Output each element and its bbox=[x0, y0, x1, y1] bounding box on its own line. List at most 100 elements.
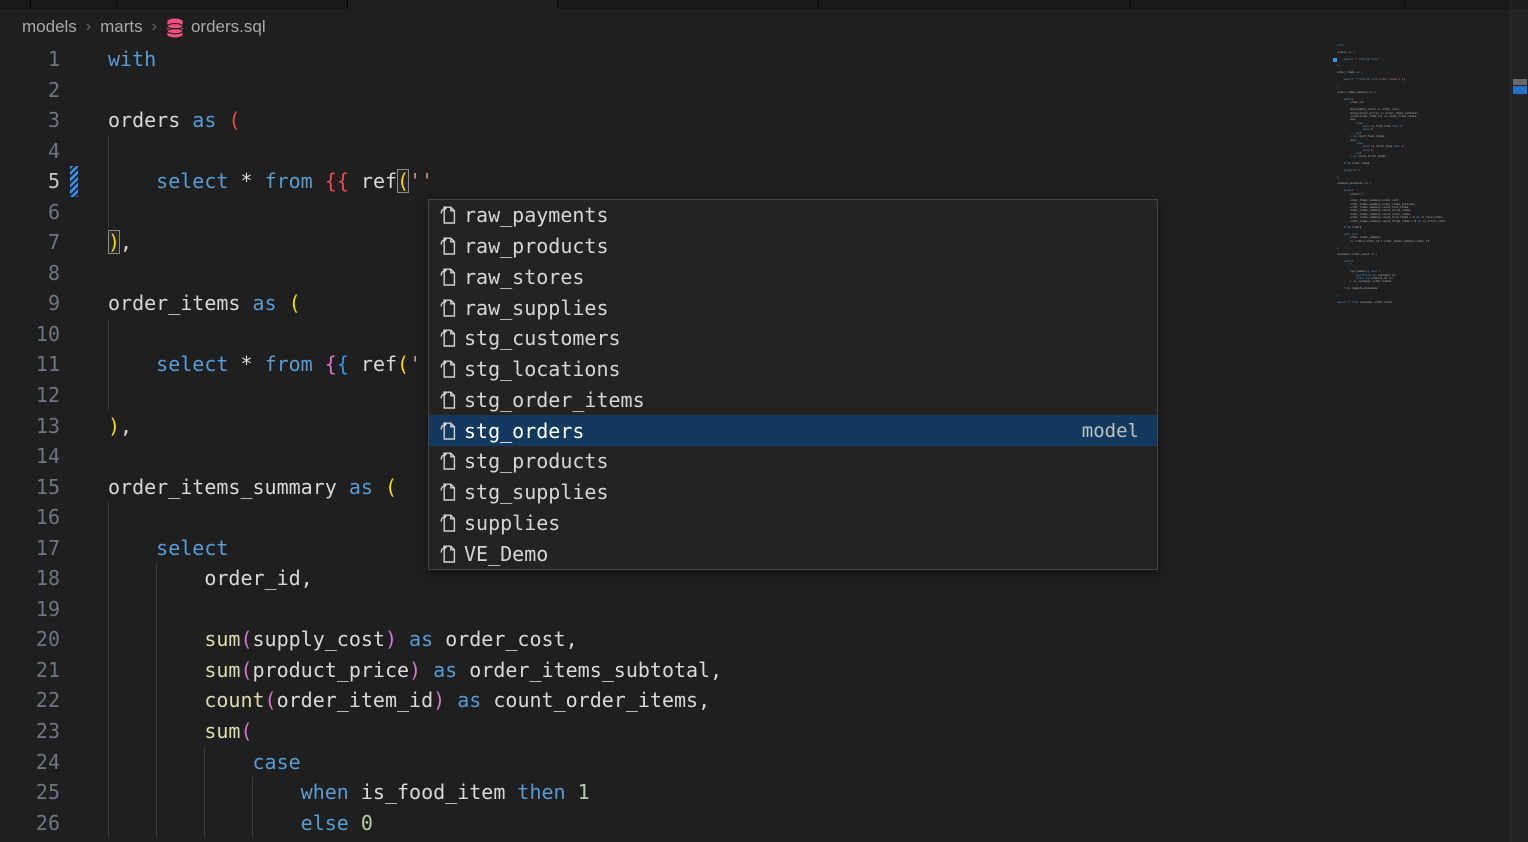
code-line-1[interactable]: 1 with bbox=[0, 44, 1528, 75]
tab-divider bbox=[30, 0, 31, 9]
database-icon bbox=[166, 18, 184, 38]
code-text: order_id, bbox=[108, 563, 313, 594]
suggest-item-stg_orders[interactable]: stg_orders model bbox=[429, 415, 1157, 446]
line-number[interactable]: 7 bbox=[0, 227, 60, 258]
line-number[interactable]: 12 bbox=[0, 380, 60, 411]
breadcrumb-item-marts[interactable]: marts bbox=[100, 17, 143, 37]
code-text: count(order_item_id) as count_order_item… bbox=[108, 685, 710, 716]
indent-guide bbox=[108, 136, 109, 167]
line-number[interactable]: 3 bbox=[0, 105, 60, 136]
line-number[interactable]: 8 bbox=[0, 258, 60, 289]
suggest-item-raw_payments[interactable]: raw_payments bbox=[429, 200, 1157, 231]
suggest-item-detail: model bbox=[1082, 420, 1151, 442]
line-number[interactable]: 16 bbox=[0, 502, 60, 533]
line-number[interactable]: 10 bbox=[0, 319, 60, 350]
line-number[interactable]: 26 bbox=[0, 808, 60, 839]
line-number[interactable]: 22 bbox=[0, 685, 60, 716]
line-number[interactable]: 5 bbox=[0, 166, 60, 197]
gutter-decoration-zone bbox=[60, 288, 108, 319]
autocomplete-dropdown[interactable]: raw_payments raw_products raw_storesraw_su… bbox=[428, 199, 1158, 570]
active-tab[interactable] bbox=[347, 0, 557, 9]
line-number[interactable]: 23 bbox=[0, 716, 60, 747]
code-line-22[interactable]: 22 count(order_item_id) as count_order_i… bbox=[0, 685, 1528, 716]
suggest-item-raw_products[interactable]: raw_products bbox=[429, 231, 1157, 262]
modified-line-indicator bbox=[70, 166, 78, 197]
line-number[interactable]: 11 bbox=[0, 349, 60, 380]
scrollbar-overview-ruler[interactable] bbox=[1510, 0, 1528, 842]
tab-divider bbox=[116, 0, 117, 9]
code-text: sum(product_price) as order_items_subtot… bbox=[108, 655, 722, 686]
tab-divider bbox=[1404, 0, 1405, 9]
suggest-item-label: stg_order_items bbox=[464, 388, 645, 412]
code-text: ), bbox=[108, 411, 132, 442]
suggest-item-supplies[interactable]: supplies bbox=[429, 508, 1157, 539]
code-line-21[interactable]: 21 sum(product_price) as order_items_sub… bbox=[0, 655, 1528, 686]
line-number[interactable]: 2 bbox=[0, 75, 60, 106]
line-number[interactable]: 9 bbox=[0, 288, 60, 319]
suggest-item-raw_stores[interactable]: raw_stores bbox=[429, 262, 1157, 293]
gutter-decoration-zone bbox=[60, 44, 108, 75]
tab-divider bbox=[557, 0, 558, 9]
gutter-decoration-zone bbox=[60, 380, 108, 411]
line-number[interactable]: 24 bbox=[0, 747, 60, 778]
code-line-4[interactable]: 4 bbox=[0, 136, 1528, 167]
code-line-19[interactable]: 19 bbox=[0, 594, 1528, 625]
line-number[interactable]: 14 bbox=[0, 441, 60, 472]
code-text: with bbox=[108, 44, 156, 75]
suggest-item-raw_supplies[interactable]: raw_supplies bbox=[429, 292, 1157, 323]
code-line-25[interactable]: 25 when is_food_item then 1 bbox=[0, 777, 1528, 808]
gutter-decoration-zone bbox=[60, 777, 108, 808]
gutter-decoration-zone bbox=[60, 594, 108, 625]
suggest-item-label: stg_orders bbox=[464, 419, 584, 443]
line-number[interactable]: 6 bbox=[0, 197, 60, 228]
code-line-20[interactable]: 20 sum(supply_cost) as order_cost, bbox=[0, 624, 1528, 655]
code-text: else 0 bbox=[108, 808, 373, 839]
code-line-23[interactable]: 23 sum( bbox=[0, 716, 1528, 747]
model-file-icon bbox=[436, 327, 458, 349]
gutter-decoration-zone bbox=[60, 563, 108, 594]
model-file-icon bbox=[436, 235, 458, 257]
line-number[interactable]: 1 bbox=[0, 44, 60, 75]
model-file-icon bbox=[436, 512, 458, 534]
code-text: order_items as ( bbox=[108, 288, 301, 319]
suggest-item-label: raw_products bbox=[464, 234, 609, 258]
tab-divider bbox=[818, 0, 819, 9]
code-line-26[interactable]: 26 else 0 bbox=[0, 808, 1528, 839]
suggest-item-label: VE_Demo bbox=[464, 542, 548, 566]
breadcrumb-item-orders-sql[interactable]: orders.sql bbox=[191, 17, 266, 37]
breadcrumb-item-models[interactable]: models bbox=[22, 17, 77, 37]
code-text: order_items_summary as ( bbox=[108, 472, 397, 503]
code-line-2[interactable]: 2 bbox=[0, 75, 1528, 106]
code-text: case bbox=[108, 747, 301, 778]
indent-guide bbox=[156, 594, 157, 625]
suggest-item-stg_locations[interactable]: stg_locations bbox=[429, 354, 1157, 385]
line-number[interactable]: 4 bbox=[0, 136, 60, 167]
line-number[interactable]: 25 bbox=[0, 777, 60, 808]
line-number[interactable]: 21 bbox=[0, 655, 60, 686]
suggest-item-stg_products[interactable]: stg_products bbox=[429, 446, 1157, 477]
minimap[interactable]: with orders as ( select * from {{ ref(''… bbox=[1330, 44, 1510, 842]
gutter-decoration-zone bbox=[60, 747, 108, 778]
code-line-3[interactable]: 3orders as ( bbox=[0, 105, 1528, 136]
suggest-item-stg_order_items[interactable]: stg_order_items bbox=[429, 385, 1157, 416]
line-number[interactable]: 19 bbox=[0, 594, 60, 625]
indent-guide bbox=[108, 197, 109, 228]
model-file-icon bbox=[436, 297, 458, 319]
code-line-24[interactable]: 24 case bbox=[0, 747, 1528, 778]
line-number[interactable]: 17 bbox=[0, 533, 60, 564]
suggest-item-stg_customers[interactable]: stg_customers bbox=[429, 323, 1157, 354]
line-number[interactable]: 18 bbox=[0, 563, 60, 594]
model-file-icon bbox=[436, 543, 458, 565]
suggest-item-label: stg_customers bbox=[464, 326, 621, 350]
tab-bar[interactable] bbox=[0, 0, 1528, 9]
gutter-decoration-zone bbox=[60, 685, 108, 716]
code-line-5[interactable]: 5 select * from {{ ref('' bbox=[0, 166, 1528, 197]
indent-guide bbox=[108, 502, 109, 533]
gutter-decoration-zone bbox=[60, 441, 108, 472]
line-number[interactable]: 15 bbox=[0, 472, 60, 503]
line-number[interactable]: 13 bbox=[0, 411, 60, 442]
suggest-item-stg_supplies[interactable]: stg_supplies bbox=[429, 477, 1157, 508]
code-text: select * from {{ ref(' bbox=[108, 349, 421, 380]
suggest-item-ve_demo[interactable]: VE_Demo bbox=[429, 538, 1157, 569]
line-number[interactable]: 20 bbox=[0, 624, 60, 655]
